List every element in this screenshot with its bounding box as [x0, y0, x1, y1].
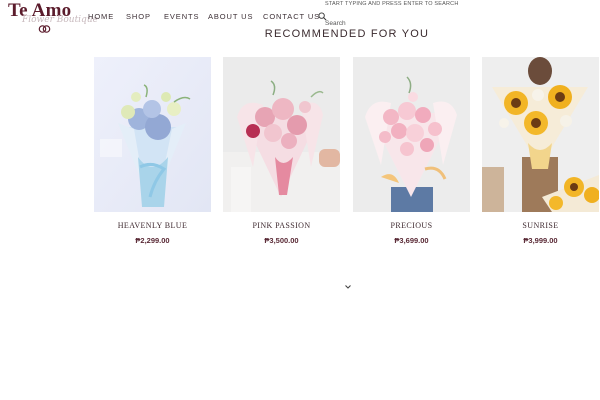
- product-name[interactable]: PRECIOUS: [353, 221, 470, 230]
- search-hint: START TYPING AND PRESS ENTER TO SEARCH: [325, 1, 459, 7]
- product-card[interactable]: SUNRISE ₱3,999.00: [482, 57, 599, 245]
- logo-subtext: Flower Boutique: [22, 15, 98, 25]
- product-image-pink-passion[interactable]: [223, 57, 340, 212]
- product-name[interactable]: SUNRISE: [482, 221, 599, 230]
- product-price: ₱3,999.00: [523, 236, 558, 245]
- product-price: ₱3,699.00: [394, 236, 429, 245]
- search-input[interactable]: [323, 18, 447, 28]
- product-price: ₱3,500.00: [264, 236, 299, 245]
- nav-item-contact-us[interactable]: CONTACT US: [263, 12, 320, 21]
- product-card[interactable]: PRECIOUS ₱3,699.00: [353, 57, 470, 245]
- product-name[interactable]: HEAVENLY BLUE: [94, 221, 211, 230]
- product-image-sunrise[interactable]: [482, 57, 599, 212]
- nav-item-about-us[interactable]: ABOUT US: [208, 12, 253, 21]
- nav-item-events[interactable]: EVENTS: [164, 12, 199, 21]
- section-title: RECOMMENDED FOR YOU: [264, 28, 430, 40]
- product-image-precious[interactable]: [353, 57, 470, 212]
- nav-item-home[interactable]: HOME: [88, 12, 114, 21]
- product-card[interactable]: HEAVENLY BLUE ₱2,299.00: [94, 57, 211, 245]
- product-image-heavenly-blue[interactable]: [94, 57, 211, 212]
- product-price: ₱2,299.00: [135, 236, 170, 245]
- chevron-down-icon[interactable]: [344, 284, 352, 290]
- nav-item-shop[interactable]: SHOP: [126, 12, 151, 21]
- product-name[interactable]: PINK PASSION: [223, 221, 340, 230]
- product-card[interactable]: PINK PASSION ₱3,500.00: [223, 57, 340, 245]
